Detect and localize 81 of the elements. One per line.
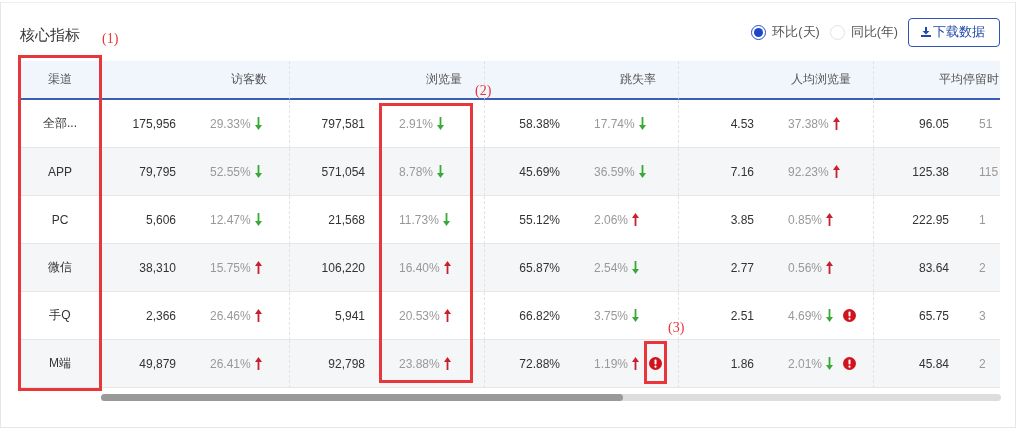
metric-value: 4.53 — [729, 116, 754, 131]
change-percent: 52.55% — [210, 164, 251, 179]
metric-value: 106,220 — [320, 260, 365, 275]
change-percent: 2.91% — [399, 116, 434, 131]
metric-value: 55.12% — [518, 212, 560, 227]
change-percent: 15.75% — [210, 260, 251, 275]
metric-value: 45.69% — [518, 164, 560, 179]
metric-value: 72.88% — [518, 356, 560, 371]
change-percent: 4.69% — [788, 308, 823, 323]
change-percent: 1 — [979, 212, 986, 227]
change-percent: 2.54% — [594, 260, 629, 275]
alert-icon — [649, 357, 663, 370]
annotation-label: (2) — [475, 82, 492, 99]
change-percent: 26.41% — [210, 356, 251, 371]
column-header: 访客数 — [100, 61, 289, 100]
alert-icon — [843, 357, 857, 370]
metric-value: 5,941 — [333, 308, 365, 323]
metric-value: 66.82% — [518, 308, 560, 323]
change-percent: 12.47% — [210, 212, 251, 227]
metric-value: 3.85 — [729, 212, 754, 227]
download-button[interactable]: 下载数据 — [908, 17, 1000, 47]
change-percent: 0.56% — [788, 260, 823, 275]
change-percent: 29.33% — [210, 116, 251, 131]
metric-value: 1.86 — [729, 356, 754, 371]
change-percent: 0.85% — [788, 212, 823, 227]
radio-label[interactable]: 同比(年) — [850, 23, 898, 41]
change-percent: 2.01% — [788, 356, 823, 371]
metric-value: 2.51 — [729, 308, 754, 323]
metric-value: 175,956 — [131, 116, 176, 131]
metric-value: 5,606 — [144, 212, 176, 227]
alert-icon — [843, 309, 857, 322]
change-percent: 16.40% — [399, 260, 440, 275]
horizontal-scrollbar[interactable] — [101, 394, 1001, 401]
metric-value: 222.95 — [911, 212, 949, 227]
column-header: 渠道 — [20, 61, 100, 100]
metric-value: 125.38 — [911, 164, 949, 179]
metric-value: 797,581 — [320, 116, 365, 131]
change-percent: 3.75% — [594, 308, 629, 323]
radio-label[interactable]: 环比(天) — [772, 23, 820, 41]
change-percent: 11.73% — [399, 212, 439, 227]
download-icon — [921, 27, 931, 37]
metric-value: 2.77 — [729, 260, 754, 275]
table-cell: 微信 — [20, 244, 100, 292]
metric-value: 45.84 — [917, 356, 949, 371]
change-percent: 51 — [979, 116, 993, 131]
change-percent: 23.88% — [399, 356, 440, 371]
change-percent: 36.59% — [594, 164, 635, 179]
radio-button[interactable] — [751, 24, 767, 40]
metric-value: 7.16 — [729, 164, 754, 179]
change-percent: 26.46% — [210, 308, 251, 323]
change-percent: 2.06% — [594, 212, 629, 227]
change-percent: 2 — [979, 356, 986, 371]
metric-value: 92,798 — [327, 356, 365, 371]
change-percent: 20.53% — [399, 308, 440, 323]
change-percent: 3 — [979, 308, 986, 323]
change-percent: 115 — [979, 164, 999, 179]
change-percent: 2 — [979, 260, 986, 275]
metric-value: 58.38% — [518, 116, 560, 131]
panel-title: 核心指标 — [20, 25, 80, 45]
metric-value: 65.87% — [518, 260, 560, 275]
annotation-label: (3) — [668, 320, 685, 336]
metric-value: 96.05 — [917, 116, 949, 131]
change-percent: 1.19% — [594, 356, 629, 371]
change-percent: 92.23% — [788, 164, 829, 179]
metric-value: 49,879 — [138, 356, 176, 371]
metric-value: 79,795 — [138, 164, 176, 179]
metric-value: 2,366 — [144, 308, 176, 323]
change-percent: 8.78% — [399, 164, 434, 179]
table-cell: M端 — [20, 340, 100, 388]
table-cell: APP — [20, 148, 100, 196]
metric-value: 83.64 — [917, 260, 949, 275]
change-percent: 17.74% — [594, 116, 635, 131]
metric-value: 38,310 — [138, 260, 176, 275]
metric-value: 571,054 — [320, 164, 365, 179]
annotation-label: (1) — [102, 31, 119, 47]
column-header: 平均停留时 — [873, 61, 1000, 100]
metric-value: 21,568 — [327, 212, 365, 227]
change-percent: 37.38% — [788, 116, 829, 131]
annotation-box — [644, 341, 668, 384]
metric-value: 65.75 — [917, 308, 949, 323]
column-header: 人均浏览量 — [678, 61, 873, 100]
